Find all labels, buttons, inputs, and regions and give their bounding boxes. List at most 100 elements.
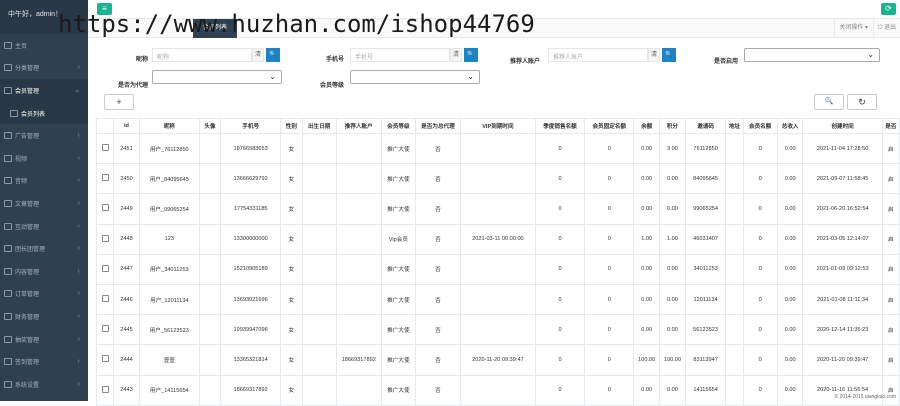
table-cell[interactable] [95, 163, 115, 195]
table-row[interactable]: 2449 用户_99065254 17754331185 女推广大使否 0 0 0.00 0.… [95, 193, 900, 225]
enabled-label: 是否启用 [713, 59, 738, 65]
sidebar-item-label: 内容管理 [15, 269, 40, 276]
sidebar-item[interactable]: 系统设置 ‹ [0, 373, 88, 396]
column-header[interactable]: 会员名额 [742, 118, 778, 134]
column-header[interactable]: 会员固定名额 [584, 118, 635, 134]
row-checkbox[interactable] [101, 174, 109, 182]
table-cell: 0.00 [633, 314, 661, 346]
logout-button[interactable]: ⎋ 退出 [872, 19, 900, 38]
row-checkbox[interactable] [101, 144, 109, 152]
close-operations-dropdown[interactable]: 关闭操作 ▾ [834, 19, 872, 38]
table-cell: 2451 [113, 132, 140, 165]
table-cell: 0 [742, 344, 778, 376]
row-checkbox[interactable] [101, 355, 109, 363]
column-header[interactable]: 头像 [198, 118, 222, 134]
search-button[interactable]: 🔍 [814, 94, 844, 110]
table-cell: 2021-01-09 09:12:53 [802, 253, 883, 285]
table-cell [198, 344, 222, 376]
column-header[interactable]: 性别 [280, 118, 303, 134]
sidebar-item[interactable]: 签到管理 ‹ [0, 350, 88, 373]
table-cell: 0 [742, 223, 778, 255]
row-checkbox[interactable] [101, 295, 109, 303]
table-cell[interactable] [95, 193, 115, 225]
is-agent-select[interactable]: ⌄ [152, 70, 282, 84]
sidebar-item[interactable]: 广告管理 ‹ [0, 124, 88, 147]
sidebar-item[interactable]: 订单管理 ‹ [0, 283, 88, 306]
menu-item-icon [4, 222, 12, 230]
column-header[interactable]: 余额 [633, 118, 661, 134]
table-cell[interactable] [95, 283, 115, 316]
table-cell: 否 [414, 344, 461, 376]
column-header[interactable]: 地址 [725, 118, 744, 134]
column-header[interactable]: VIP到期时间 [459, 118, 536, 134]
table-row[interactable]: 2450 用户_84095645 13666629792 女推广大使否 0 0 0.00 0.… [95, 163, 900, 195]
row-checkbox[interactable] [101, 385, 109, 393]
phone-clear-button[interactable]: 清 [450, 48, 462, 62]
table-row[interactable]: 2447 用户_34011253 15210905189 女推广大使否 0 0 0.00 0.… [95, 253, 900, 285]
sidebar-item[interactable]: 音频 ‹ [0, 170, 88, 193]
column-header[interactable]: 总收入 [776, 118, 804, 134]
table-cell [725, 344, 744, 376]
phone-search-icon[interactable]: 🔍 [464, 48, 478, 62]
nickname-search-icon[interactable]: 🔍 [266, 48, 280, 62]
referrer-input[interactable]: 推荐人账户 [548, 48, 648, 62]
column-header[interactable]: 推荐人账户 [335, 118, 382, 134]
column-header[interactable]: 积分 [659, 118, 686, 134]
table-row[interactable]: 2444 壹壹 13365321814 女 18669317892 推广大使否 2020-1… [95, 344, 900, 376]
referrer-search-icon[interactable]: 🔍 [662, 48, 676, 62]
sidebar-item[interactable]: 会员管理 ⌄ [0, 79, 88, 102]
row-checkbox[interactable] [101, 264, 109, 272]
table-cell [198, 253, 222, 285]
sidebar-item[interactable]: 财务管理 ‹ [0, 305, 88, 328]
sidebar-item[interactable]: 视频 ‹ [0, 147, 88, 170]
sidebar-item[interactable]: 会员列表 [0, 101, 88, 125]
table-cell [198, 132, 222, 165]
footer-copyright: © 2014-2015 qiangkuo.com [834, 394, 896, 400]
table-row[interactable]: 2448 123 13300000000 女 Vip会员否 2021-03-11 00:0… [95, 223, 900, 255]
column-header[interactable]: 邀请码 [684, 118, 727, 134]
row-checkbox[interactable] [101, 234, 109, 242]
table-cell[interactable] [95, 253, 115, 285]
sidebar-item[interactable]: 内容管理 ‹ [0, 260, 88, 283]
table-cell[interactable] [95, 132, 115, 165]
column-header[interactable]: 创建时间 [802, 118, 883, 134]
table-row[interactable]: 2446 用户_12011134 13693021696 女推广大使否 0 0 0.00 0.… [95, 283, 900, 316]
sidebar-item[interactable]: 团长团管理 ‹ [0, 237, 88, 260]
member-level-select[interactable]: ⌄ [350, 70, 480, 84]
column-header[interactable]: 出生日期 [301, 118, 337, 134]
phone-input[interactable]: 手机号 [350, 48, 450, 62]
column-header[interactable]: 会员等级 [380, 118, 416, 134]
column-header[interactable]: 季度销售名额 [534, 118, 586, 134]
table-cell[interactable] [95, 223, 115, 255]
sidebar-item[interactable]: 分类管理 ‹ [0, 57, 88, 80]
sidebar-item[interactable]: 文章管理 ‹ [0, 192, 88, 215]
table-cell: 0 [584, 163, 635, 195]
add-button[interactable]: + [104, 94, 134, 110]
sidebar-item[interactable]: 互动管理 ‹ [0, 215, 88, 238]
column-header[interactable]: 是否 [881, 118, 900, 134]
table-cell: 启 [881, 193, 900, 225]
table-cell: 0.00 [776, 132, 804, 165]
column-header[interactable] [95, 118, 115, 134]
nickname-clear-button[interactable]: 清 [252, 48, 264, 62]
sidebar-item[interactable]: 抽奖管理 ‹ [0, 328, 88, 351]
chevron-down-icon: ⌄ [867, 50, 874, 59]
refresh-page-icon[interactable]: ⟳ [881, 3, 896, 15]
column-header[interactable]: 手机号 [220, 118, 282, 134]
column-header[interactable]: id [113, 118, 140, 134]
nickname-input[interactable]: 昵称 [152, 48, 252, 62]
sidebar-item-label: 财务管理 [15, 314, 40, 321]
table-row[interactable]: 2451 用户_76112850 18766583653 女推广大使否 0 0 0.00 3.… [95, 132, 900, 165]
menu-item-icon [10, 109, 18, 117]
enabled-select[interactable]: ⌄ [744, 48, 880, 62]
row-checkbox[interactable] [101, 325, 109, 333]
table-row[interactable]: 2445 用户_56123523 19939947096 女推广大使否 0 0 0.00 0.… [95, 314, 900, 346]
table-cell[interactable] [95, 344, 115, 376]
column-header[interactable]: 昵称 [138, 118, 200, 134]
row-checkbox[interactable] [101, 204, 109, 212]
referrer-clear-button[interactable]: 清 [648, 48, 660, 62]
refresh-button[interactable]: ↻ [847, 94, 877, 110]
table-cell: 2020-11-20 09:39:47 [802, 344, 883, 376]
column-header[interactable]: 是否为总代理 [414, 118, 461, 134]
table-cell[interactable] [95, 314, 115, 346]
